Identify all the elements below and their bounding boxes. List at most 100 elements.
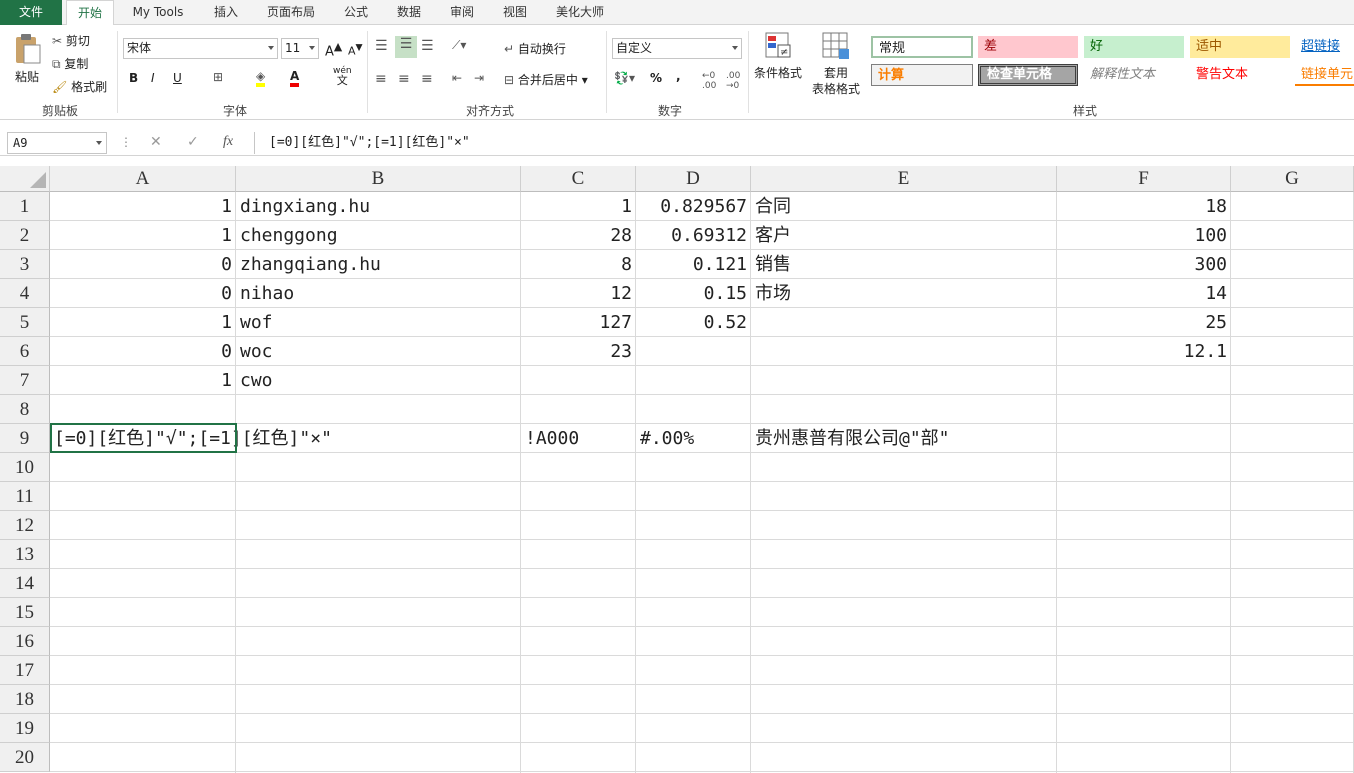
tab-page-layout[interactable]: 页面布局 xyxy=(258,0,324,25)
align-top-button[interactable]: ☰ xyxy=(375,38,388,54)
cell-a5[interactable]: 1 xyxy=(50,308,236,337)
style-warning[interactable]: 警告文本 xyxy=(1190,64,1290,86)
tab-review[interactable]: 审阅 xyxy=(439,0,485,25)
align-bottom-button[interactable]: ☰ xyxy=(421,38,434,54)
cell-d3[interactable]: 0.121 xyxy=(636,250,751,279)
cell-b1[interactable]: dingxiang.hu xyxy=(236,192,374,221)
paste-button[interactable]: 粘贴 xyxy=(12,33,42,85)
increase-decimal-button[interactable]: ←0.00 xyxy=(702,71,716,91)
border-button[interactable]: ⊞ xyxy=(213,70,223,84)
cell-d4[interactable]: 0.15 xyxy=(636,279,751,308)
select-all-corner[interactable] xyxy=(0,166,50,192)
row-header[interactable]: 3 xyxy=(0,250,50,279)
underline-button[interactable]: U xyxy=(173,71,182,85)
font-shrink-button[interactable]: A▼ xyxy=(348,42,363,58)
cut-button[interactable]: ✂ 剪切 xyxy=(52,32,90,49)
cell-a9[interactable]: [=0][红色]"√";[=1][红色]"×" xyxy=(50,424,336,453)
row-header[interactable]: 18 xyxy=(0,685,50,714)
copy-button[interactable]: ⧉ 复制 xyxy=(52,55,88,72)
cell-d1[interactable]: 0.829567 xyxy=(636,192,751,221)
tab-formulas[interactable]: 公式 xyxy=(333,0,379,25)
fill-color-button[interactable]: ◈ xyxy=(256,69,266,87)
row-header[interactable]: 12 xyxy=(0,511,50,540)
font-name-select[interactable]: 宋体 xyxy=(123,38,278,59)
cell-e4[interactable]: 市场 xyxy=(751,279,795,308)
row-header[interactable]: 9 xyxy=(0,424,50,453)
style-check-cell[interactable]: 检查单元格 xyxy=(978,64,1078,86)
column-header-c[interactable]: C xyxy=(521,166,636,192)
cell-b7[interactable]: cwo xyxy=(236,366,277,395)
cell-b6[interactable]: woc xyxy=(236,337,277,366)
wrap-text-button[interactable]: ↵ 自动换行 xyxy=(504,40,566,57)
formula-input[interactable]: [=0][红色]"√";[=1][红色]"×" xyxy=(254,132,1354,154)
cell-c1[interactable]: 1 xyxy=(521,192,636,221)
row-header[interactable]: 19 xyxy=(0,714,50,743)
cell-f5[interactable]: 25 xyxy=(1057,308,1231,337)
phonetic-button[interactable]: wén 文 xyxy=(333,67,352,87)
cell-a2[interactable]: 1 xyxy=(50,221,236,250)
tab-beautify[interactable]: 美化大师 xyxy=(546,0,614,25)
bold-button[interactable]: B xyxy=(129,71,138,85)
insert-function-button[interactable]: fx xyxy=(223,134,233,150)
style-calculation[interactable]: 计算 xyxy=(871,64,973,86)
cell-e3[interactable]: 销售 xyxy=(751,250,795,279)
style-bad[interactable]: 差 xyxy=(978,36,1078,58)
row-header[interactable]: 1 xyxy=(0,192,50,221)
column-header-g[interactable]: G xyxy=(1231,166,1354,192)
orientation-button[interactable]: ⟋▾ xyxy=(452,38,466,53)
cell-f2[interactable]: 100 xyxy=(1057,221,1231,250)
comma-button[interactable]: , xyxy=(676,69,681,83)
conditional-format-button[interactable]: ≠ 条件格式 xyxy=(752,31,804,81)
cell-c4[interactable]: 12 xyxy=(521,279,636,308)
merge-center-button[interactable]: ⊟ 合并后居中 ▾ xyxy=(504,71,588,88)
row-header[interactable]: 2 xyxy=(0,221,50,250)
style-hyperlink[interactable]: 超链接 xyxy=(1295,36,1354,58)
row-header[interactable]: 11 xyxy=(0,482,50,511)
decrease-indent-button[interactable]: ⇤ xyxy=(452,71,462,85)
cell-c6[interactable]: 23 xyxy=(521,337,636,366)
row-header[interactable]: 15 xyxy=(0,598,50,627)
row-header[interactable]: 6 xyxy=(0,337,50,366)
cell-c5[interactable]: 127 xyxy=(521,308,636,337)
cell-b3[interactable]: zhangqiang.hu xyxy=(236,250,385,279)
percent-button[interactable]: % xyxy=(650,71,662,85)
cancel-button[interactable]: ✕ xyxy=(150,134,162,150)
style-explanatory[interactable]: 解释性文本 xyxy=(1084,64,1184,86)
row-header[interactable]: 5 xyxy=(0,308,50,337)
row-header[interactable]: 10 xyxy=(0,453,50,482)
format-painter-button[interactable]: 🖌 格式刷 xyxy=(52,78,107,95)
row-header[interactable]: 4 xyxy=(0,279,50,308)
cell-c2[interactable]: 28 xyxy=(521,221,636,250)
cell-e9[interactable]: 贵州惠普有限公司@"部" xyxy=(751,424,954,453)
cell-a7[interactable]: 1 xyxy=(50,366,236,395)
font-color-button[interactable]: A xyxy=(290,69,300,87)
cell-b4[interactable]: nihao xyxy=(236,279,298,308)
align-left-button[interactable]: ≡ xyxy=(375,71,387,87)
row-header[interactable]: 8 xyxy=(0,395,50,424)
column-header-b[interactable]: B xyxy=(236,166,521,192)
cell-f3[interactable]: 300 xyxy=(1057,250,1231,279)
name-box[interactable]: A9 xyxy=(7,132,107,154)
cell-a4[interactable]: 0 xyxy=(50,279,236,308)
format-as-table-button[interactable]: 套用 表格格式 xyxy=(806,31,866,97)
tab-file[interactable]: 文件 xyxy=(0,0,62,25)
row-header[interactable]: 16 xyxy=(0,627,50,656)
align-right-button[interactable]: ≡ xyxy=(421,71,433,87)
font-size-select[interactable]: 11 xyxy=(281,38,319,59)
cell-d5[interactable]: 0.52 xyxy=(636,308,751,337)
tab-home[interactable]: 开始 xyxy=(66,0,114,26)
tab-my-tools[interactable]: My Tools xyxy=(120,0,196,25)
cell-a6[interactable]: 0 xyxy=(50,337,236,366)
row-header[interactable]: 17 xyxy=(0,656,50,685)
cell-f1[interactable]: 18 xyxy=(1057,192,1231,221)
style-normal[interactable]: 常规 xyxy=(871,36,973,58)
font-grow-button[interactable]: A▲ xyxy=(325,40,342,59)
style-linked-cell[interactable]: 链接单元 xyxy=(1295,64,1354,86)
cell-e2[interactable]: 客户 xyxy=(751,221,795,250)
cell-a3[interactable]: 0 xyxy=(50,250,236,279)
increase-indent-button[interactable]: ⇥ xyxy=(474,71,484,85)
cell-a1[interactable]: 1 xyxy=(50,192,236,221)
accounting-format-button[interactable]: 💱▾ xyxy=(614,71,635,85)
tab-view[interactable]: 视图 xyxy=(492,0,538,25)
number-format-select[interactable]: 自定义 xyxy=(612,38,742,59)
